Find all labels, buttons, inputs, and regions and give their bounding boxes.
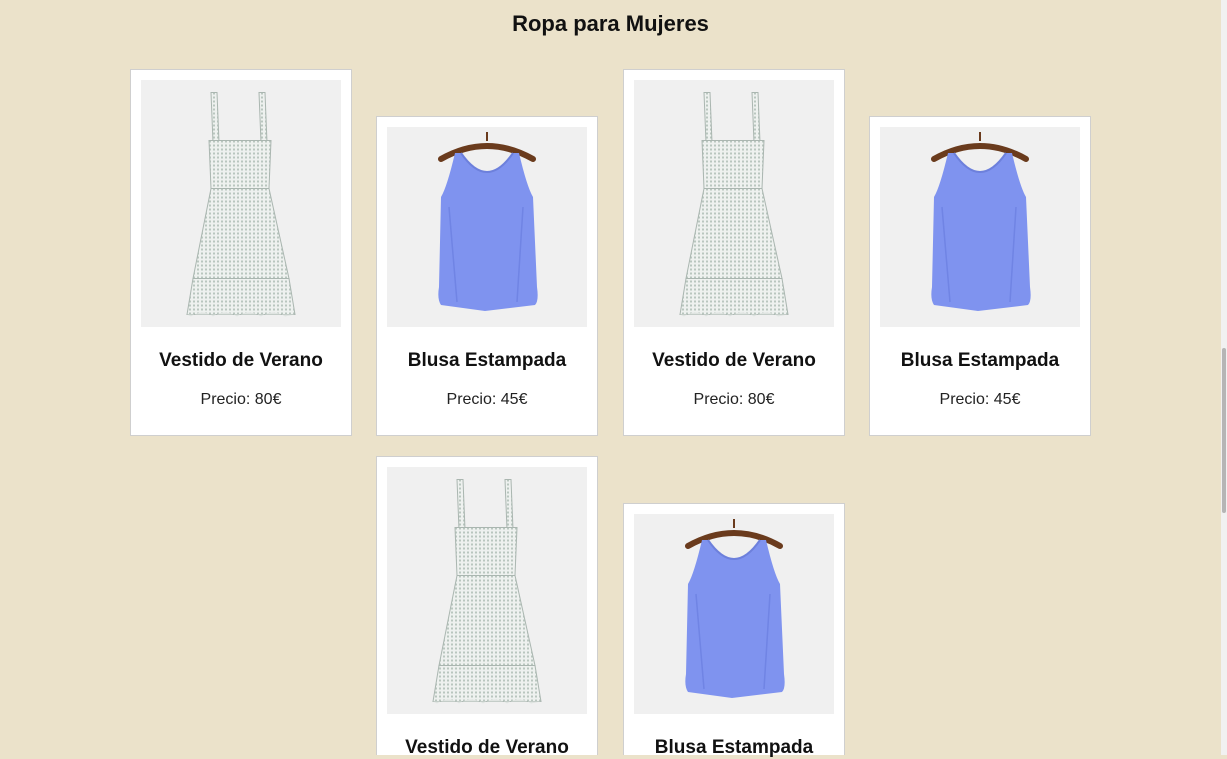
product-name: Vestido de Verano [159,350,323,371]
product-name: Blusa Estampada [407,350,567,371]
blouse-image[interactable] [387,127,587,327]
product-card[interactable]: Vestido de Verano [376,456,598,758]
product-price: Precio: 80€ [693,391,775,408]
product-card[interactable]: Vestido de Verano Precio: 80€ [623,69,845,436]
blouse-image[interactable] [634,514,834,714]
product-name: Vestido de Verano [405,737,569,758]
product-name: Blusa Estampada [900,350,1060,371]
product-price: Precio: 45€ [446,391,528,408]
vertical-scrollbar[interactable] [1221,0,1227,755]
product-price: Precio: 45€ [939,391,1021,408]
product-card[interactable]: Blusa Estampada [623,503,845,758]
scrollbar-thumb[interactable] [1222,348,1226,513]
dress-image[interactable] [141,80,341,327]
product-card[interactable]: Vestido de Verano Precio: 80€ [130,69,352,436]
dress-image[interactable] [634,80,834,327]
product-name: Blusa Estampada [654,737,814,758]
page-title: Ropa para Mujeres [512,11,709,36]
product-name: Vestido de Verano [652,350,816,371]
product-card[interactable]: Blusa Estampada Precio: 45€ [869,116,1091,436]
blouse-image[interactable] [880,127,1080,327]
dress-image[interactable] [387,467,587,714]
product-price: Precio: 80€ [200,391,282,408]
product-card[interactable]: Blusa Estampada Precio: 45€ [376,116,598,436]
